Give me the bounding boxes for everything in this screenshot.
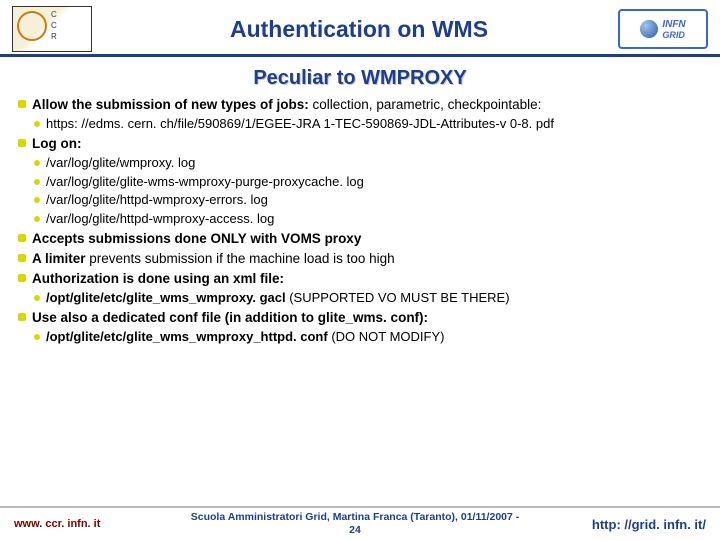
bullet-conf: Use also a dedicated conf file (in addit… bbox=[18, 309, 702, 326]
bullet-limiter: A limiter prevents submission if the mac… bbox=[18, 250, 702, 267]
slide-header: Authentication on WMS INFN GRID bbox=[0, 0, 720, 57]
conf-line: /opt/glite/etc/glite_wms_wmproxy_httpd. … bbox=[18, 329, 702, 346]
limiter-lead: A limiter bbox=[32, 251, 89, 266]
footer-page-number: 24 bbox=[134, 524, 576, 537]
globe-icon bbox=[640, 20, 658, 38]
log-path-0: /var/log/glite/wmproxy. log bbox=[18, 155, 702, 172]
slide-subtitle: Peculiar to WMPROXY bbox=[0, 67, 720, 90]
footer-event: Scuola Amministratori Grid, Martina Fran… bbox=[134, 511, 576, 524]
log-path-3: /var/log/glite/httpd-wmproxy-access. log bbox=[18, 211, 702, 228]
bullet-logon: Log on: bbox=[18, 135, 702, 152]
footer-center: Scuola Amministratori Grid, Martina Fran… bbox=[134, 511, 576, 536]
sub-bullet-link: https: //edms. cern. ch/file/590869/1/EG… bbox=[18, 116, 702, 133]
footer-left-url: www. ccr. infn. it bbox=[14, 518, 134, 530]
grid-text: GRID bbox=[662, 30, 685, 40]
gacl-path: /opt/glite/etc/glite_wms_wmproxy. gacl bbox=[46, 290, 289, 305]
gacl-note: (SUPPORTED VO MUST BE THERE) bbox=[289, 290, 509, 305]
bullet-voms: Accepts submissions done ONLY with VOMS … bbox=[18, 230, 702, 247]
gacl-line: /opt/glite/etc/glite_wms_wmproxy. gacl (… bbox=[18, 290, 702, 307]
conf-note: (DO NOT MODIFY) bbox=[331, 329, 444, 344]
slide-title: Authentication on WMS bbox=[100, 16, 618, 43]
log-path-2: /var/log/glite/httpd-wmproxy-errors. log bbox=[18, 192, 702, 209]
bullet-text: Allow the submission of new types of job… bbox=[32, 97, 313, 112]
slide-footer: www. ccr. infn. it Scuola Amministratori… bbox=[0, 506, 720, 540]
conf-path: /opt/glite/etc/glite_wms_wmproxy_httpd. … bbox=[46, 329, 331, 344]
ccr-logo bbox=[12, 6, 92, 52]
log-path-1: /var/log/glite/glite-wms-wmproxy-purge-p… bbox=[18, 174, 702, 191]
slide-body: Allow the submission of new types of job… bbox=[0, 96, 720, 346]
infn-text: INFN bbox=[662, 19, 685, 30]
bullet-authorization: Authorization is done using an xml file: bbox=[18, 270, 702, 287]
limiter-rest: prevents submission if the machine load … bbox=[89, 251, 394, 266]
bullet-submission: Allow the submission of new types of job… bbox=[18, 96, 702, 113]
footer-right-url: http: //grid. infn. it/ bbox=[576, 517, 706, 532]
bullet-text-types: collection, parametric, checkpointable: bbox=[313, 97, 542, 112]
infn-grid-logo: INFN GRID bbox=[618, 9, 708, 49]
